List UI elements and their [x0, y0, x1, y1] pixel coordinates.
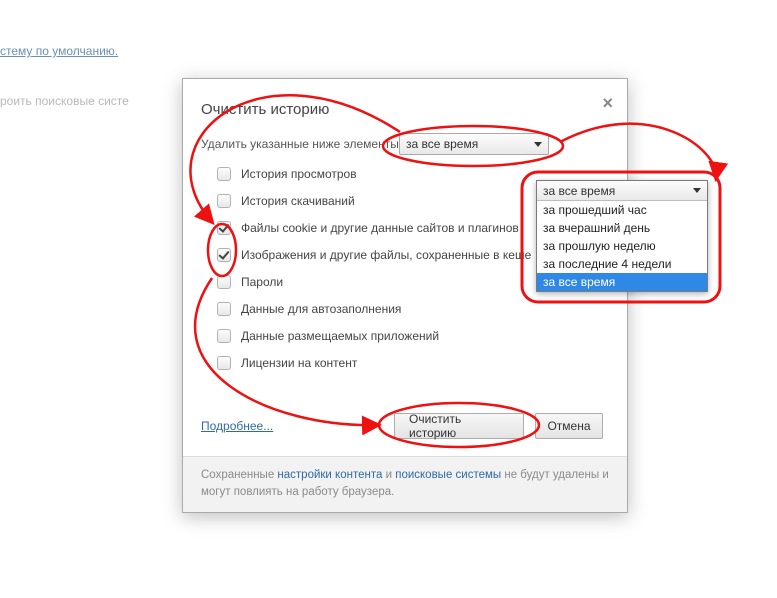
button-label: Очистить историю — [409, 412, 509, 440]
dropdown-item-all-time[interactable]: за все время — [537, 273, 707, 291]
option-content-licenses[interactable]: Лицензии на контент — [217, 356, 609, 370]
option-label: Лицензии на контент — [241, 356, 357, 370]
option-label: Файлы cookie и другие данные сайтов и пл… — [241, 221, 519, 235]
checkbox[interactable] — [217, 329, 231, 343]
checkbox[interactable] — [217, 302, 231, 316]
checkbox[interactable] — [217, 248, 231, 262]
button-label: Отмена — [547, 419, 590, 433]
dialog-footer: Сохраненные настройки контента и поисков… — [183, 456, 627, 512]
prompt-label: Удалить указанные ниже элементы — [201, 137, 399, 151]
dropdown-item-past-4-weeks[interactable]: за последние 4 недели — [537, 255, 707, 273]
checkbox[interactable] — [217, 167, 231, 181]
bg-text-search-engines: роить поисковые систе — [0, 94, 129, 108]
option-label: Данные для автозаполнения — [241, 302, 401, 316]
checkbox[interactable] — [217, 275, 231, 289]
footer-text: Сохраненные — [201, 469, 277, 481]
option-hosted-app-data[interactable]: Данные размещаемых приложений — [217, 329, 609, 343]
chevron-down-icon — [693, 188, 701, 193]
chevron-down-icon — [534, 142, 542, 147]
checkbox[interactable] — [217, 221, 231, 235]
clear-history-dialog: Очистить историю × Удалить указанные ниж… — [182, 78, 628, 513]
dropdown-selected[interactable]: за все время — [537, 181, 707, 201]
dropdown-item-past-hour[interactable]: за прошедший час — [537, 201, 707, 219]
clear-history-button[interactable]: Очистить историю — [394, 413, 524, 439]
dialog-title: Очистить историю — [201, 101, 329, 118]
footer-text: и — [382, 469, 395, 481]
option-label: Изображения и другие файлы, сохраненные … — [241, 248, 531, 262]
option-label: Пароли — [241, 275, 283, 289]
footer-link-search-engines[interactable]: поисковые системы — [395, 469, 501, 481]
option-label: Данные размещаемых приложений — [241, 329, 439, 343]
checkbox[interactable] — [217, 194, 231, 208]
option-browsing-history[interactable]: История просмотров — [217, 167, 609, 181]
close-icon[interactable]: × — [602, 93, 613, 114]
option-autofill[interactable]: Данные для автозаполнения — [217, 302, 609, 316]
bg-link-default-system[interactable]: стему по умолчанию. — [0, 44, 118, 58]
footer-link-content-settings[interactable]: настройки контента — [277, 469, 382, 481]
time-range-dropdown-expanded: за все время за прошедший час за вчерашн… — [536, 180, 708, 292]
checkbox[interactable] — [217, 356, 231, 370]
option-label: История скачиваний — [241, 194, 355, 208]
dropdown-item-yesterday[interactable]: за вчерашний день — [537, 219, 707, 237]
more-link[interactable]: Подробнее... — [201, 419, 273, 433]
time-range-select[interactable]: за все время — [399, 133, 549, 155]
cancel-button[interactable]: Отмена — [535, 413, 603, 439]
dropdown-item-past-week[interactable]: за прошлую неделю — [537, 237, 707, 255]
time-range-value: за все время — [406, 137, 478, 151]
dropdown-selected-label: за все время — [543, 184, 615, 198]
option-label: История просмотров — [241, 167, 357, 181]
